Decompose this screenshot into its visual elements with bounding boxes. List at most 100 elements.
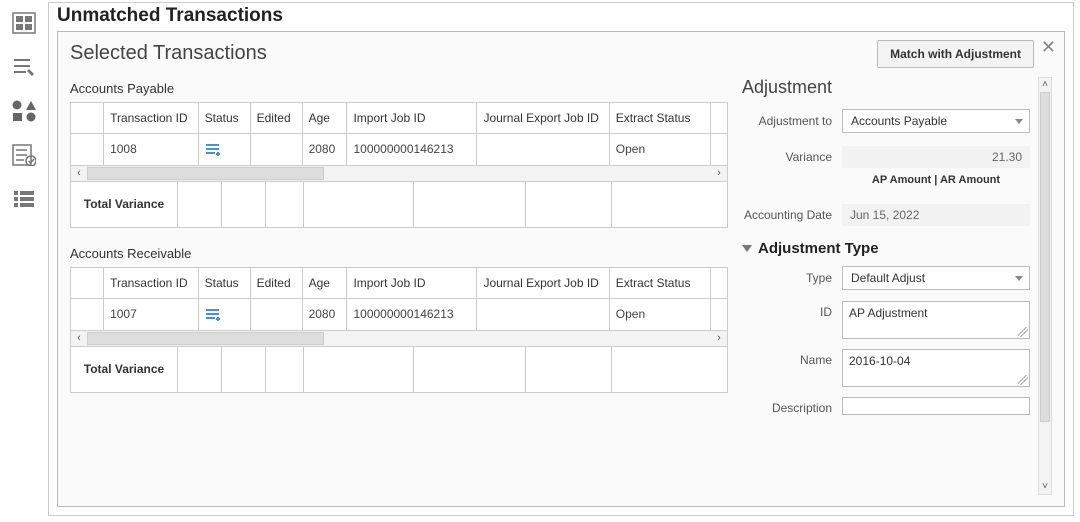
scroll-right-icon[interactable]: › [711,167,727,179]
ap-table-row[interactable]: 1008 [71,134,728,166]
ap-col-overflow [711,103,728,134]
ar-scroll-thumb[interactable] [87,332,324,345]
rows-icon [12,188,36,210]
ar-footer-row: Total Variance [70,347,728,393]
ap-scroll-track[interactable] [87,166,711,181]
ap-footer-row: Total Variance [70,182,728,228]
checklist-icon [12,144,36,166]
page-title: Unmatched Transactions [49,3,1073,31]
ar-col-transaction-id[interactable]: Transaction ID [104,267,199,298]
description-label: Description [742,397,842,415]
ar-cell-import-job: 100000000146213 [347,298,477,330]
variance-value: 21.30 [992,150,1022,164]
amount-split-label: AP Amount | AR Amount [842,174,1030,186]
adjustment-to-select[interactable]: Accounts Payable [842,109,1030,133]
ar-cell-extract: Open [609,298,711,330]
shapes-icon [11,99,37,123]
adjustment-type-label: Adjustment Type [758,240,879,257]
ar-heading: Accounts Receivable [70,246,728,261]
variance-display: 21.30 [842,146,1030,168]
selected-transactions-panel: ✕ Match with Adjustment Selected Transac… [57,31,1065,507]
dashboard-icon [12,12,36,34]
ar-cell-journal [477,298,609,330]
ar-col-journal-export[interactable]: Journal Export Job ID [477,267,609,298]
rail-item-checklist[interactable] [10,142,38,168]
collapse-triangle-icon [742,245,752,252]
ap-cell-edited [250,134,302,166]
ap-horizontal-scrollbar[interactable]: ‹ › [70,166,728,182]
scroll-left-icon[interactable]: ‹ [71,332,87,344]
ar-col-edited[interactable]: Edited [250,267,302,298]
description-input[interactable] [842,397,1030,415]
vscroll-track[interactable] [1039,92,1051,480]
adjustment-heading: Adjustment [742,77,1030,98]
match-with-adjustment-button[interactable]: Match with Adjustment [877,40,1034,68]
adjustment-vertical-scrollbar[interactable]: ˄ ˅ [1038,77,1052,495]
status-open-icon [205,143,223,157]
ar-cell-blank [71,298,104,330]
id-label: ID [742,301,842,319]
ar-cell-age: 2080 [302,298,347,330]
ap-cell-transaction-id: 1008 [104,134,199,166]
ar-table-row[interactable]: 1007 [71,298,728,330]
main-container: Unmatched Transactions ✕ Match with Adju… [48,2,1074,516]
ap-cell-journal [477,134,609,166]
ar-col-age[interactable]: Age [302,267,347,298]
ap-col-blank [71,103,104,134]
ar-col-status[interactable]: Status [198,267,250,298]
status-open-icon [205,308,223,322]
ap-table-wrap: Accounts Payable Transaction ID Status [70,81,728,228]
vscroll-thumb[interactable] [1040,92,1050,422]
ap-col-transaction-id[interactable]: Transaction ID [104,103,199,134]
type-label: Type [742,271,842,285]
ap-col-extract-status[interactable]: Extract Status [609,103,711,134]
name-label: Name [742,349,842,367]
ap-col-age[interactable]: Age [302,103,347,134]
scroll-right-icon[interactable]: › [711,332,727,344]
adjustment-type-header[interactable]: Adjustment Type [742,240,1030,257]
edit-list-icon [12,56,36,78]
rail-item-shapes[interactable] [10,98,38,124]
ap-cell-age: 2080 [302,134,347,166]
ap-col-journal-export[interactable]: Journal Export Job ID [477,103,609,134]
name-input[interactable]: 2016-10-04 [842,349,1030,387]
ar-cell-status [198,298,250,330]
ar-cell-overflow [711,298,728,330]
scroll-down-icon[interactable]: ˅ [1042,480,1048,494]
resize-handle-icon[interactable] [1018,375,1028,385]
rail-item-dashboard[interactable] [10,10,38,36]
adjustment-to-label: Adjustment to [742,114,842,128]
ap-cell-import-job: 100000000146213 [347,134,477,166]
scroll-up-icon[interactable]: ˄ [1042,78,1048,92]
ap-col-status[interactable]: Status [198,103,250,134]
ap-col-import-job[interactable]: Import Job ID [347,103,477,134]
ar-col-overflow [711,267,728,298]
tables-column: Accounts Payable Transaction ID Status [70,77,728,495]
id-input[interactable]: AP Adjustment [842,301,1030,339]
close-icon[interactable]: ✕ [1041,38,1056,56]
ar-total-variance-label: Total Variance [71,347,178,392]
ar-cell-edited [250,298,302,330]
ap-col-edited[interactable]: Edited [250,103,302,134]
accounting-date-label: Accounting Date [742,208,842,222]
ar-cell-transaction-id: 1007 [104,298,199,330]
ar-col-import-job[interactable]: Import Job ID [347,267,477,298]
scroll-left-icon[interactable]: ‹ [71,167,87,179]
ap-cell-overflow [711,134,728,166]
ap-cell-extract: Open [609,134,711,166]
rail-item-edit-list[interactable] [10,54,38,80]
ap-header-row: Transaction ID Status Edited Age Import … [71,103,728,134]
ap-table: Transaction ID Status Edited Age Import … [70,102,728,166]
ap-scroll-thumb[interactable] [87,167,324,180]
resize-handle-icon[interactable] [1018,327,1028,337]
type-select[interactable]: Default Adjust [842,266,1030,290]
ar-scroll-track[interactable] [87,331,711,346]
ap-total-variance-label: Total Variance [71,182,178,227]
icon-rail [0,0,48,522]
rail-item-rows[interactable] [10,186,38,212]
ar-horizontal-scrollbar[interactable]: ‹ › [70,331,728,347]
ar-table: Transaction ID Status Edited Age Import … [70,267,728,331]
ar-col-extract-status[interactable]: Extract Status [609,267,711,298]
ar-col-blank [71,267,104,298]
ar-header-row: Transaction ID Status Edited Age Import … [71,267,728,298]
